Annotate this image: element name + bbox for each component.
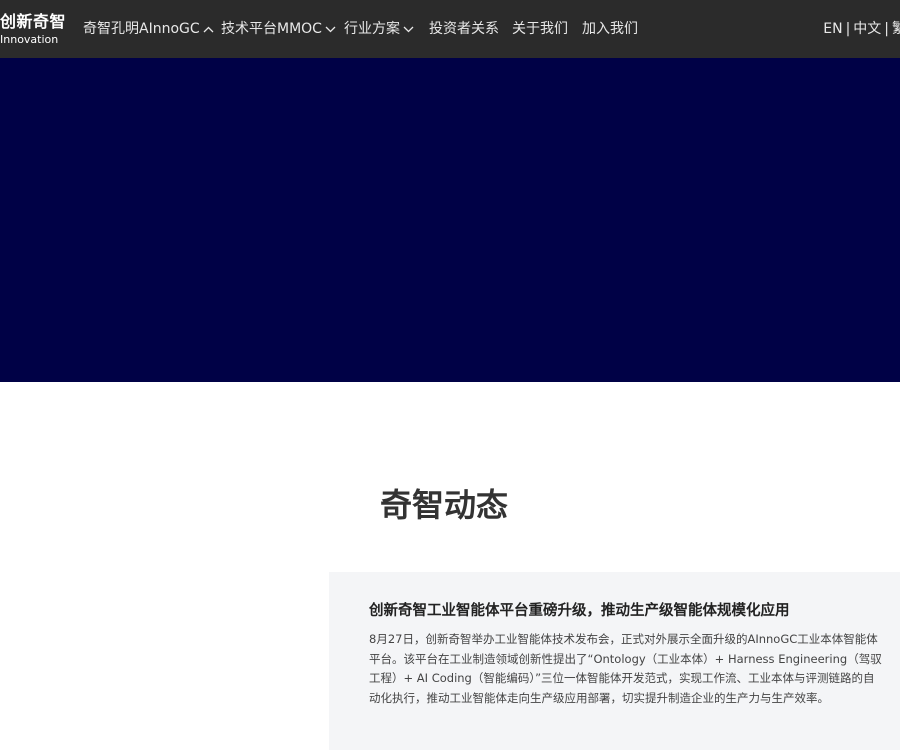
news-headline[interactable]: 创新奇智工业智能体平台重磅升级，推动生产级智能体规模化应用 (369, 600, 790, 622)
language-separator: | (845, 21, 851, 37)
nav-item-label: 技术平台MMOC (221, 21, 322, 37)
news-summary: 8月27日，创新奇智举办工业智能体技术发布会，正式对外展示全面升级的AInnoG… (369, 632, 882, 705)
language-zh-traditional[interactable]: 繁 (892, 21, 900, 37)
news-card[interactable]: 创新奇智工业智能体平台重磅升级，推动生产级智能体规模化应用 8月27日，创新奇智… (329, 572, 900, 750)
nav-item-ainnogc[interactable]: 奇智孔明AInnoGC (83, 19, 214, 39)
language-switcher: EN | 中文 | 繁 (823, 19, 900, 39)
nav-item-label: 投资者关系 (429, 21, 499, 37)
nav-item-about-us[interactable]: 关于我们 (512, 19, 568, 39)
nav-item-label: 行业方案 (344, 21, 400, 37)
nav-item-join-us[interactable]: 加入我们 (582, 19, 638, 39)
news-section-title: 奇智动态 (380, 486, 509, 524)
logo-english-text: Innovation (0, 33, 59, 46)
nav-item-label: 关于我们 (512, 21, 568, 37)
chevron-down-icon (403, 26, 414, 32)
nav-item-label: 奇智孔明AInnoGC (83, 21, 200, 37)
nav-item-mmoc[interactable]: 技术平台MMOC (221, 19, 336, 39)
hero-banner (0, 58, 900, 382)
nav-item-investor-relations[interactable]: 投资者关系 (429, 19, 499, 39)
logo-chinese-text: 创新奇智 (0, 12, 67, 31)
top-navbar: 创新奇智 Innovation 奇智孔明AInnoGC 技术平台MMOC 行业方… (0, 0, 900, 58)
company-logo[interactable]: 创新奇智 Innovation (0, 12, 66, 46)
chevron-down-icon (325, 26, 336, 32)
chevron-up-icon (203, 26, 214, 32)
language-en[interactable]: EN (823, 21, 842, 37)
language-separator: | (884, 21, 889, 37)
nav-item-label: 加入我们 (582, 21, 638, 37)
language-zh[interactable]: 中文 (853, 21, 881, 37)
nav-item-industry-solutions[interactable]: 行业方案 (344, 19, 414, 39)
